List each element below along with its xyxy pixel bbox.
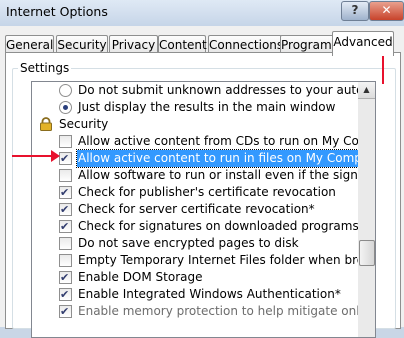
checkbox[interactable]: [59, 135, 72, 148]
checkbox[interactable]: [59, 169, 72, 182]
list-item-label: Just display the results in the main win…: [78, 100, 336, 114]
list-item[interactable]: Do not submit unknown addresses to your …: [32, 82, 359, 99]
list-item-label: Empty Temporary Internet Files folder wh…: [78, 253, 359, 267]
close-button[interactable]: ✕: [369, 1, 404, 21]
checkbox[interactable]: [59, 269, 72, 286]
lock-icon: [40, 117, 52, 131]
list-item-label: Enable memory protection to help mitigat…: [78, 304, 360, 318]
tab-advanced[interactable]: Advanced: [332, 31, 394, 56]
list-item[interactable]: Check for signatures on downloaded progr…: [32, 218, 359, 235]
checkbox[interactable]: [59, 254, 72, 267]
list-item[interactable]: Empty Temporary Internet Files folder wh…: [32, 252, 359, 269]
checkbox[interactable]: [59, 201, 72, 218]
list-item[interactable]: Enable DOM Storage: [32, 269, 359, 286]
scroll-up-button[interactable]: ▲: [358, 82, 375, 99]
list-item-selected[interactable]: Allow active content to run in files on …: [32, 149, 359, 168]
scroll-thumb[interactable]: [359, 240, 375, 266]
list-item[interactable]: Allow active content from CDs to run on …: [32, 133, 359, 150]
list-item[interactable]: Allow software to run or install even if…: [32, 167, 359, 184]
checkbox[interactable]: [59, 218, 72, 235]
close-icon: ✕: [381, 3, 392, 17]
checkbox[interactable]: [59, 237, 72, 250]
chevron-up-icon: ▲: [363, 85, 370, 94]
vertical-scrollbar[interactable]: ▲: [358, 81, 376, 338]
list-item-label: Do not submit unknown addresses to your …: [78, 83, 359, 97]
radio-button[interactable]: [59, 101, 72, 114]
settings-list: Do not submit unknown addresses to your …: [31, 81, 360, 338]
list-item-label: Check for server certificate revocation*: [78, 202, 315, 216]
checkbox[interactable]: [59, 150, 72, 167]
checkbox[interactable]: [59, 184, 72, 201]
list-item-label: Enable Integrated Windows Authentication…: [78, 287, 341, 301]
list-item[interactable]: Enable memory protection to help mitigat…: [32, 303, 360, 320]
list-item[interactable]: Check for publisher's certificate revoca…: [32, 184, 359, 201]
list-item-label: Do not save encrypted pages to disk: [78, 236, 299, 250]
title-bar: Internet Options ? ✕: [0, 0, 404, 26]
category-row: Security: [32, 116, 359, 133]
settings-label: Settings: [18, 61, 72, 75]
window-title: Internet Options: [6, 4, 108, 19]
list-item[interactable]: Just display the results in the main win…: [32, 99, 359, 116]
checkbox[interactable]: [59, 303, 72, 320]
checkbox[interactable]: [59, 286, 72, 303]
category-label: Security: [59, 117, 109, 131]
help-button[interactable]: ?: [341, 1, 369, 21]
radio-button[interactable]: [59, 84, 72, 97]
list-item-label: Check for publisher's certificate revoca…: [78, 185, 336, 199]
list-item-label: Allow active content to run in files on …: [76, 149, 359, 168]
list-item-label: Check for signatures on downloaded progr…: [78, 219, 359, 233]
help-icon: ?: [351, 3, 359, 17]
list-item[interactable]: Check for server certificate revocation*: [32, 201, 359, 218]
annotation-arrow-right: [12, 150, 60, 162]
list-item[interactable]: Enable Integrated Windows Authentication…: [32, 286, 359, 303]
list-item-label: Allow active content from CDs to run on …: [78, 134, 359, 148]
list-item-label: Allow software to run or install even if…: [78, 168, 359, 182]
list-item-label: Enable DOM Storage: [78, 270, 203, 284]
list-item[interactable]: Do not save encrypted pages to disk: [32, 235, 359, 252]
